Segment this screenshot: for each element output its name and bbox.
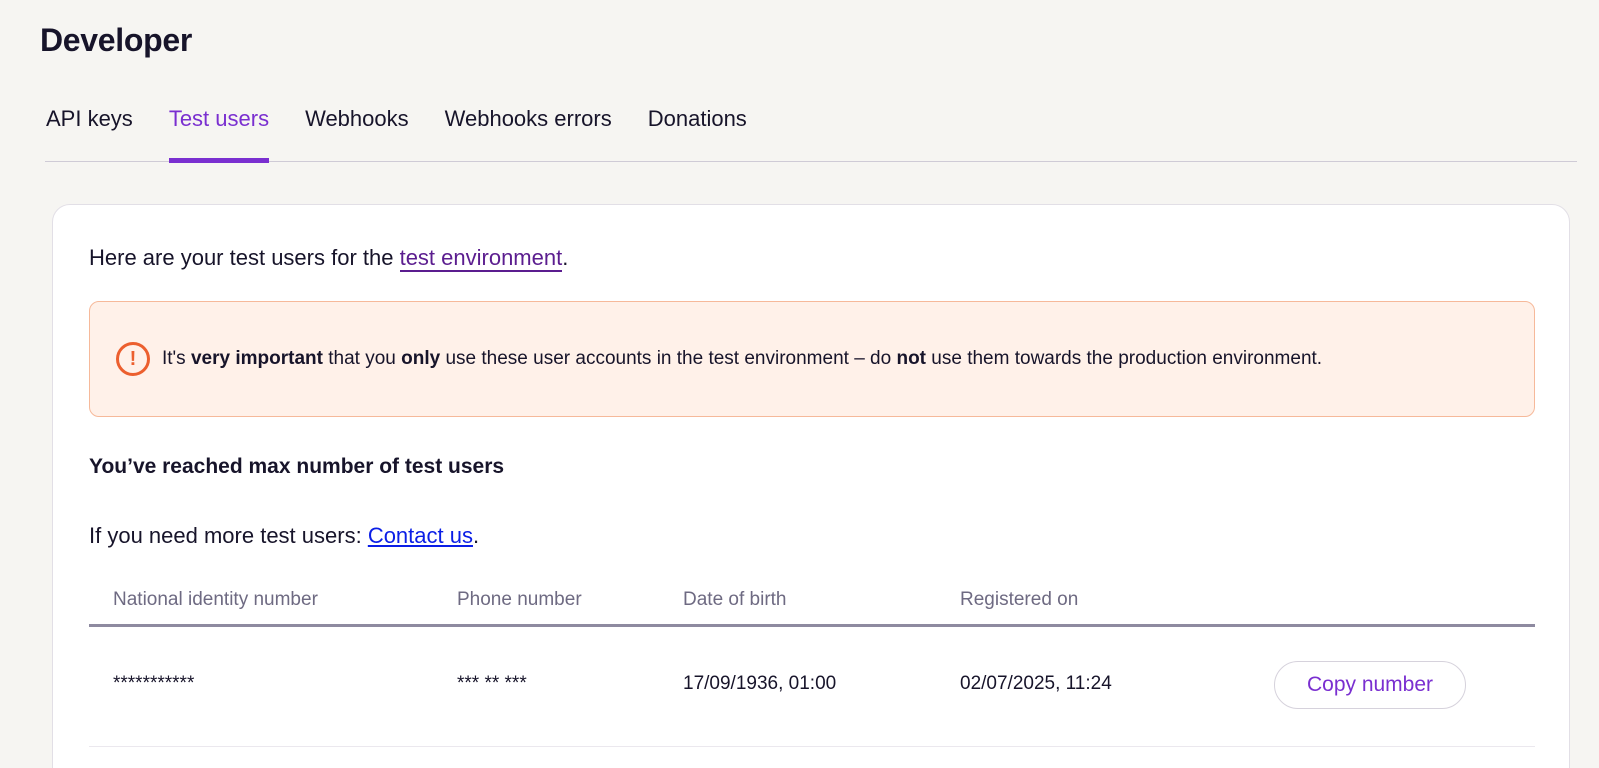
- page-title: Developer: [40, 22, 193, 58]
- exclamation-circle-icon: !: [116, 342, 150, 376]
- tab-bar: API keys Test users Webhooks Webhooks er…: [45, 100, 1577, 163]
- test-users-card: Here are your test users for the test en…: [52, 204, 1570, 768]
- registered-cell: 02/07/2025, 11:24: [960, 673, 1112, 694]
- dob-cell: 17/09/1936, 01:00: [683, 673, 837, 694]
- tab-donations[interactable]: Donations: [648, 100, 747, 162]
- copy-number-button[interactable]: Copy number: [1274, 661, 1466, 709]
- alert-emphasis: not: [896, 348, 927, 369]
- test-environment-link[interactable]: test environment: [399, 245, 563, 272]
- header-registered: Registered on: [960, 589, 1079, 610]
- tab-webhooks-errors[interactable]: Webhooks errors: [445, 100, 612, 162]
- phone-cell: *** ** ***: [457, 673, 527, 694]
- more-prefix: If you need more test users:: [89, 523, 368, 548]
- alert-text-part: use them towards the production environm…: [926, 348, 1323, 369]
- max-users-heading: You’ve reached max number of test users: [89, 455, 505, 478]
- intro-prefix: Here are your test users for the: [89, 245, 400, 270]
- alert-emphasis: very important: [190, 348, 323, 369]
- header-dob: Date of birth: [683, 589, 787, 610]
- header-phone: Phone number: [457, 589, 582, 610]
- test-users-table: National identity number Phone number Da…: [89, 575, 1535, 747]
- alert-emphasis: only: [401, 348, 441, 369]
- tab-webhooks[interactable]: Webhooks: [305, 100, 409, 162]
- intro-text: Here are your test users for the test en…: [89, 245, 569, 272]
- more-suffix: .: [472, 523, 480, 548]
- table-header: National identity number Phone number Da…: [89, 575, 1535, 627]
- table-row: *********** *** ** *** 17/09/1936, 01:00…: [89, 627, 1535, 747]
- contact-us-link[interactable]: Contact us: [368, 523, 473, 548]
- tab-api-keys[interactable]: API keys: [46, 100, 133, 162]
- more-users-text: If you need more test users: Contact us.: [89, 523, 479, 549]
- alert-text-part: It's: [162, 348, 191, 369]
- warning-alert: ! It's very important that you only use …: [89, 301, 1535, 417]
- header-national-id: National identity number: [113, 589, 318, 610]
- alert-text-part: that you: [322, 348, 402, 369]
- intro-suffix: .: [562, 245, 569, 270]
- alert-text-part: use these user accounts in the test envi…: [440, 348, 897, 369]
- alert-text: It's very important that you only use th…: [162, 348, 1322, 370]
- tab-test-users[interactable]: Test users: [168, 100, 270, 163]
- national-id-cell: ***********: [113, 673, 195, 694]
